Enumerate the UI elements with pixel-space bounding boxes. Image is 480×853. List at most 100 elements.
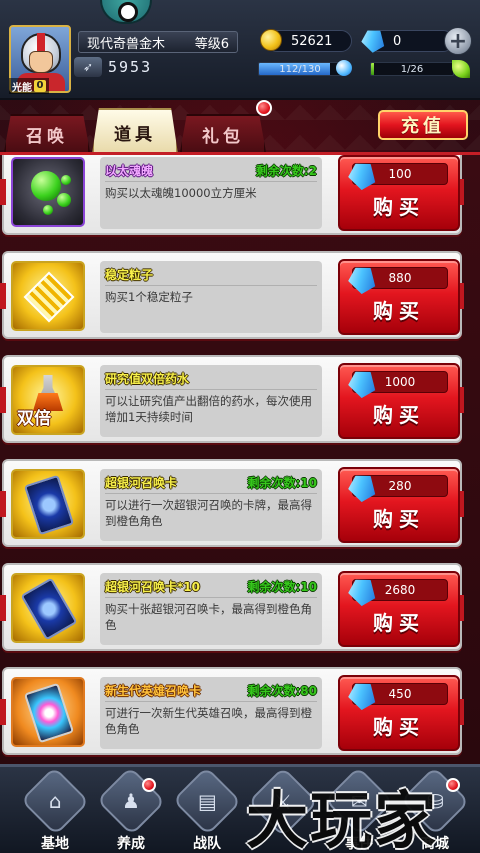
buy-label: 购买 [373,611,425,635]
coin-counter: 52621 [260,29,352,52]
nav-base[interactable]: ⌂ 基地 [20,766,90,853]
watermark: 大玩家 [246,784,439,853]
buy-button[interactable]: 2680 购买 [338,571,460,647]
wing-icon: ➶ [74,57,102,77]
item-remaining: 剩余次数:2 [255,164,317,178]
tab-items[interactable]: 道具 [92,108,178,154]
item-info: 超银河召唤卡 剩余次数:10 可以进行一次超银河召唤的卡牌，最高得到橙色角色 [100,469,322,541]
list-item: 超银河召唤卡 剩余次数:10 可以进行一次超银河召唤的卡牌，最高得到橙色角色 2… [0,459,464,547]
water-drop-icon [336,60,352,76]
tab-gift-pack[interactable]: 礼包 [180,114,266,152]
price-value: 880 [388,271,412,285]
gem-icon [344,677,380,713]
price-tag: 100 [352,163,448,185]
price-value: 100 [388,167,412,181]
item-info: 研究值双倍药水 可以让研究值产出翻倍的药水，每次使用增加1天持续时间 [100,365,322,437]
energy-level: 0 [34,80,46,92]
player-name: 现代奇兽金木 [87,36,166,52]
item-remaining: 剩余次数:10 [247,580,318,594]
item-info: 超银河召唤卡*10 剩余次数:10 购买十张超银河召唤卡，最高得到橙色角色 [100,573,322,645]
item-name: 研究值双倍药水 [105,372,190,386]
gem-counter: 0 [368,30,454,52]
add-gems-button[interactable]: + [444,27,472,55]
price-tag: 1000 [352,371,448,393]
item-info: 新生代英雄召唤卡 剩余次数:80 可进行一次新生代英雄召唤，最高得到橙色角色 [100,677,322,749]
item-remaining: 剩余次数:80 [247,684,318,698]
gem-icon [359,26,387,54]
item-name: 以太魂魄 [105,164,154,178]
list-item: 稳定粒子 购买1个稳定粒子 880 购买 [0,251,464,339]
energy-label: 光能 [12,82,32,94]
price-tag: 2680 [352,579,448,601]
item-description: 购买1个稳定粒子 [105,290,193,304]
price-value: 2680 [384,583,416,597]
price-tag: 450 [352,683,448,705]
team-icon: ▤ [172,766,242,836]
item-info: 以太魂魄 剩余次数:2 购买以太魂魄10000立方厘米 [100,157,322,229]
buy-label: 购买 [373,507,425,531]
price-value: 1000 [384,375,416,389]
list-item: 以太魂魄 剩余次数:2 购买以太魂魄10000立方厘米 100 购买 [0,155,464,235]
train-icon: ♟ [96,766,166,836]
item-description: 可以进行一次超银河召唤的卡牌，最高得到橙色角色 [105,498,312,528]
item-remaining: 剩余次数:10 [247,476,318,490]
player-level: 等级6 [194,36,229,52]
buy-button[interactable]: 450 购买 [338,675,460,751]
player-name-plate: 现代奇兽金木 等级6 [78,31,238,53]
item-description: 购买以太魂魄10000立方厘米 [105,186,257,200]
water-bar: 112/130 [258,62,342,76]
gem-icon [344,573,380,609]
tab-summon[interactable]: 召唤 [4,114,90,152]
nav-team[interactable]: ▤ 战队 [172,766,242,853]
buy-label: 购买 [373,299,425,323]
energy-badge: 光能 0 [9,78,49,94]
buy-label: 购买 [373,715,425,739]
buy-label: 购买 [373,403,425,427]
buy-button[interactable]: 1000 购买 [338,363,460,439]
nav-label: 战队 [193,836,221,852]
list-item: 新生代英雄召唤卡 剩余次数:80 可进行一次新生代英雄召唤，最高得到橙色角色 4… [0,667,464,755]
double-label: 双倍 [17,409,51,429]
item-name: 稳定粒子 [105,268,154,282]
base-icon: ⌂ [20,766,90,836]
item-description: 购买十张超银河召唤卡，最高得到橙色角色 [105,602,312,632]
mascot-icon [100,0,152,24]
item-description: 可以让研究值产出翻倍的药水，每次使用增加1天持续时间 [105,394,312,424]
buy-button[interactable]: 100 购买 [338,155,460,231]
tab-notification-dot [256,100,272,116]
nav-label: 养成 [117,836,145,852]
buy-button[interactable]: 280 购买 [338,467,460,543]
coin-icon [257,26,285,54]
stable-particle-icon [11,261,85,331]
item-name: 新生代英雄召唤卡 [105,684,202,698]
ether-soul-icon [11,157,85,227]
item-name: 超银河召唤卡 [105,476,178,490]
price-tag: 880 [352,267,448,289]
water-value: 112/130 [279,63,321,75]
price-value: 450 [388,687,412,701]
nav-label: 基地 [41,836,69,852]
price-tag: 280 [352,475,448,497]
power-row: ➶ 5953 [74,56,242,78]
price-value: 280 [388,479,412,493]
gem-icon [344,261,380,297]
list-item: 双倍 研究值双倍药水 可以让研究值产出翻倍的药水，每次使用增加1天持续时间 10… [0,355,464,443]
recharge-button[interactable]: 充值 [378,110,468,140]
leaf-value: 1/26 [400,63,424,75]
buy-button[interactable]: 880 购买 [338,259,460,335]
buy-label: 购买 [373,195,425,219]
gem-icon [344,157,380,193]
item-name: 超银河召唤卡*10 [105,580,200,594]
double-potion-icon: 双倍 [11,365,85,435]
list-item: 超银河召唤卡*10 剩余次数:10 购买十张超银河召唤卡，最高得到橙色角色 26… [0,563,464,651]
hero-card-icon [11,677,85,747]
gem-icon [344,365,380,401]
gem-icon [344,469,380,505]
leaf-icon [452,60,470,78]
galaxy-card-pack-icon [11,573,85,643]
leaf-bar: 1/26 [370,62,454,76]
nav-notification-dot [142,778,156,792]
item-list[interactable]: 以太魂魄 剩余次数:2 购买以太魂魄10000立方厘米 100 购买 稳定粒子 … [0,152,480,764]
galaxy-card-icon [11,469,85,539]
top-status-bar: 光能 0 现代奇兽金木 等级6 ➶ 5953 52621 0 + 112/130… [0,0,480,100]
